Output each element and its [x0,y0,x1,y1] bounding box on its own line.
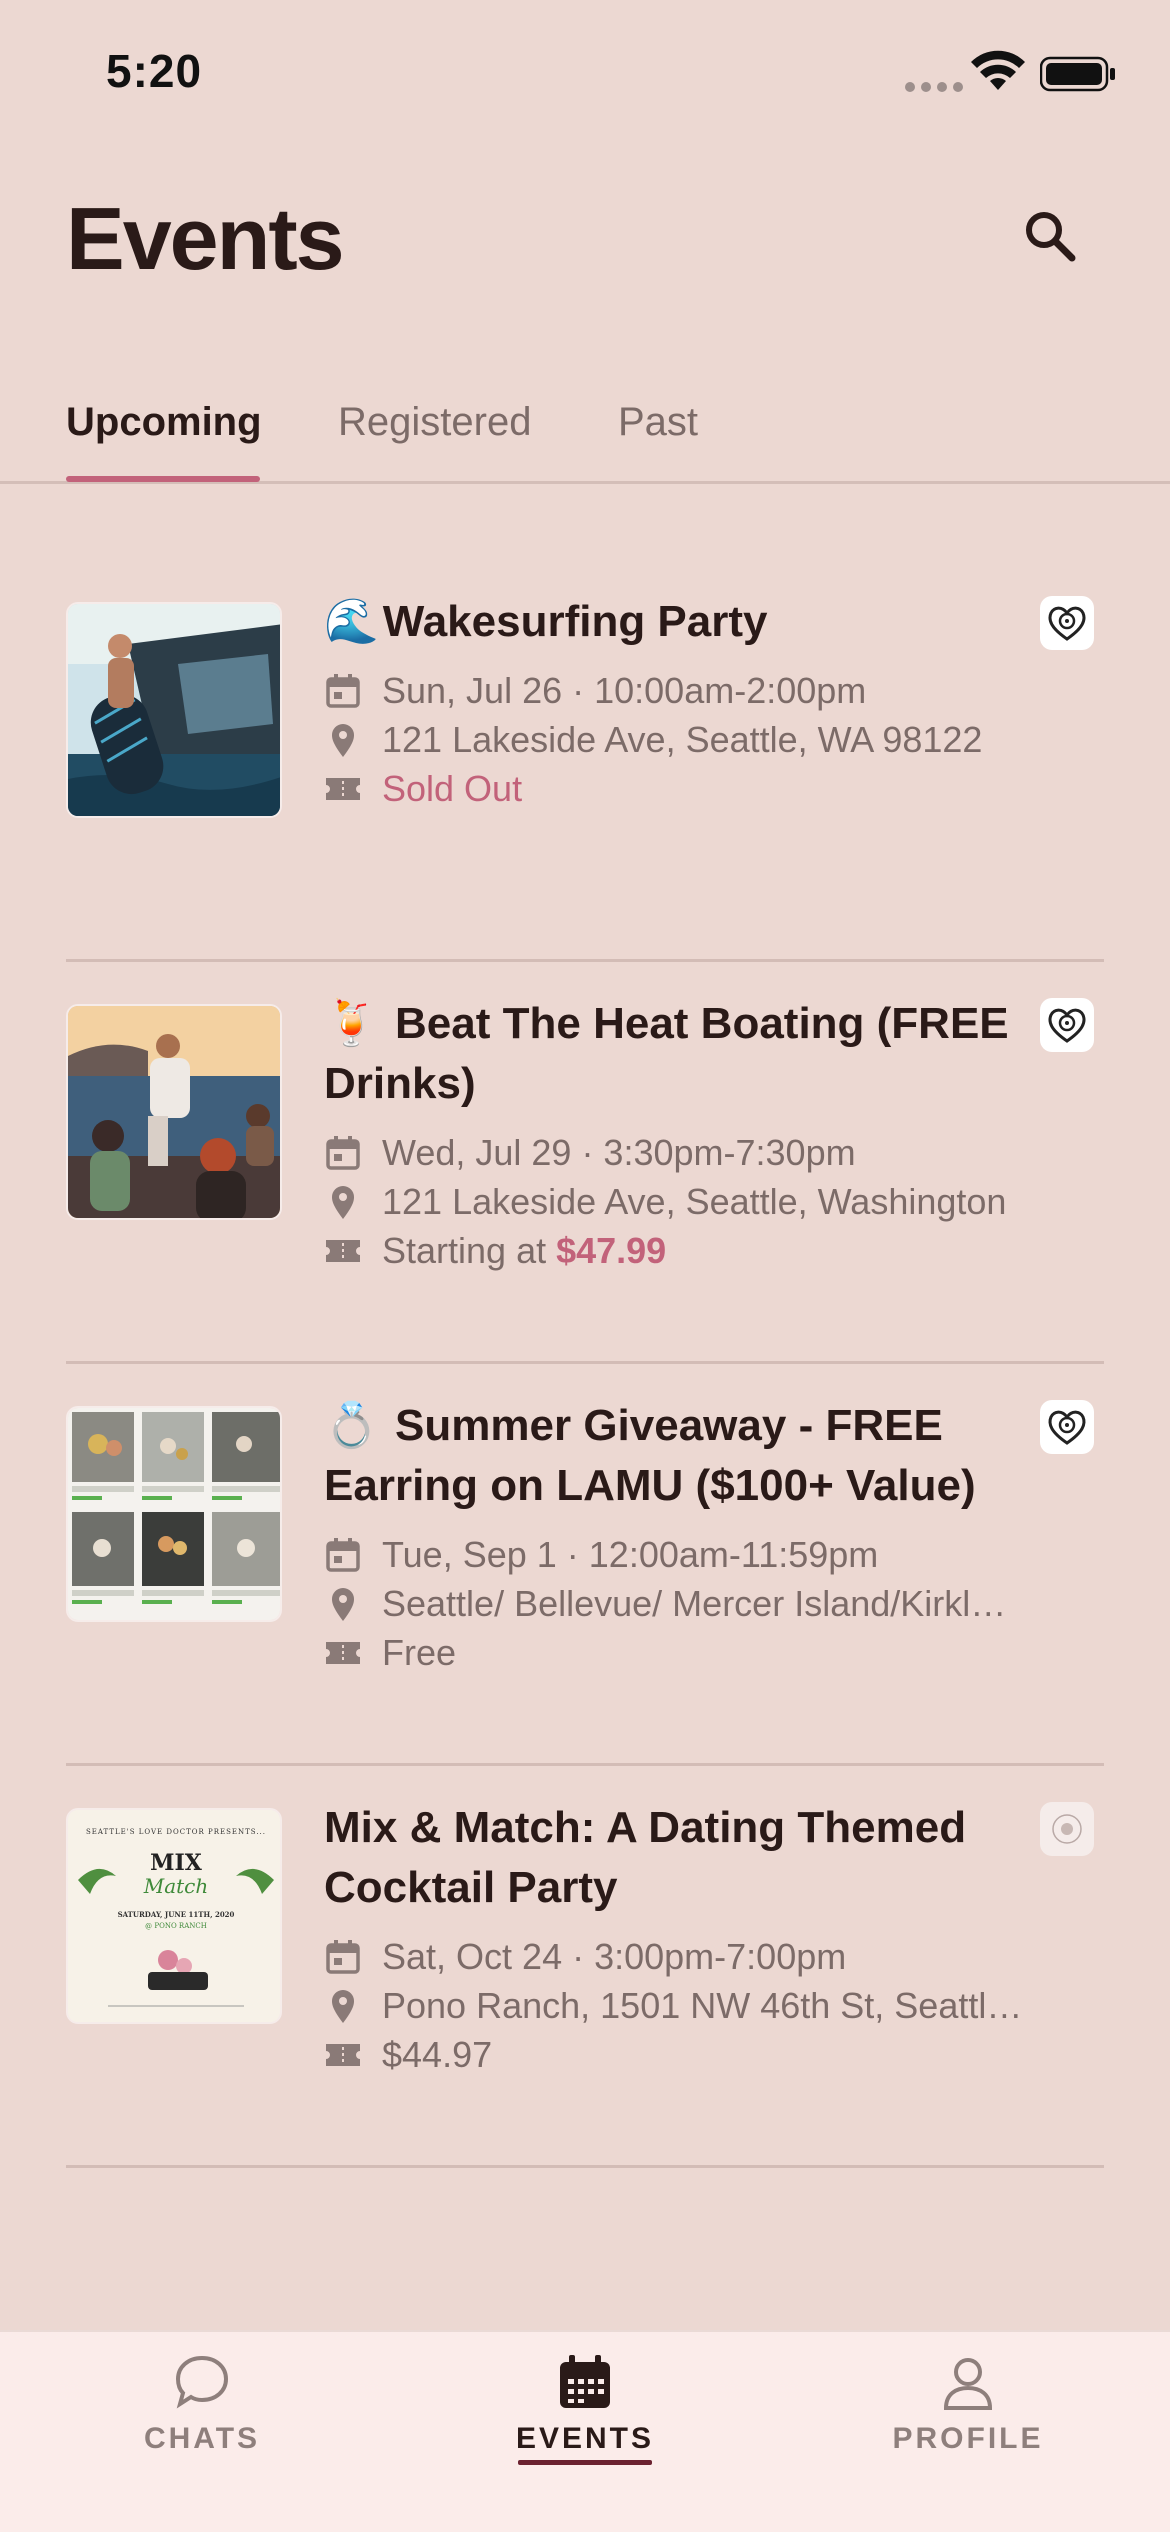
calendar-small-icon [326,1537,360,1572]
event-price-row: $44.97 [324,2030,1024,2079]
calendar-small-icon [326,1939,360,1974]
event-date-row: Tue, Sep 1 · 12:00am-11:59pm [324,1530,1024,1579]
location-pin-icon [332,1989,354,2023]
event-location: 121 Lakeside Ave, Seattle, Washington [382,1180,1007,1222]
event-card[interactable]: 🍹 Beat The Heat Boating (FREE Drinks) We… [66,962,1104,1364]
calendar-small-icon [326,673,360,708]
event-date: Tue, Sep 1 · 12:00am-11:59pm [382,1533,879,1575]
nav-label: PROFILE [892,2422,1044,2455]
event-tabs: Upcoming Registered Past [0,390,1170,484]
event-info: Mix & Match: A Dating Themed Cocktail Pa… [324,1798,1024,2079]
event-location-row: 121 Lakeside Ave, Seattle, Washington [324,1177,1024,1226]
event-thumbnail [66,1406,282,1622]
event-location-row: Pono Ranch, 1501 NW 46th St, Seattle,... [324,1981,1024,2030]
event-date-row: Sun, Jul 26 · 10:00am-2:00pm [324,666,1024,715]
event-date-row: Wed, Jul 29 · 3:30pm-7:30pm [324,1128,1024,1177]
mix-match-poster: SEATTLE'S LOVE DOCTOR PRESENTS... MIX Ma… [68,1810,280,2022]
event-info: 💍 Summer Giveaway - FREE Earring on LAMU… [324,1396,1024,1677]
chat-bubble-icon [175,2355,229,2409]
event-emoji: 💍 [324,1401,379,1450]
signal-icon [905,82,963,92]
favorite-badge-icon[interactable] [1040,1400,1094,1454]
status-time: 5:20 [106,45,203,97]
nav-chats[interactable]: CHATS [82,2352,322,2456]
event-date: Wed, Jul 29 · 3:30pm-7:30pm [382,1131,856,1173]
event-title: 🌊Wakesurfing Party [324,592,1024,652]
event-title-text: Beat The Heat Boating (FREE Drinks) [324,999,1009,1108]
event-location-row: Seattle/ Bellevue/ Mercer Island/Kirklan… [324,1579,1024,1628]
event-thumbnail: SEATTLE'S LOVE DOCTOR PRESENTS... MIX Ma… [66,1808,282,2024]
event-location: Seattle/ Bellevue/ Mercer Island/Kirklan… [382,1582,1024,1624]
location-pin-icon [332,1185,354,1219]
wakesurf-photo [68,604,280,816]
tab-registered[interactable]: Registered [338,400,531,445]
event-price: Starting at $47.99 [382,1230,666,1272]
event-thumbnail [66,602,282,818]
event-date: Sat, Oct 24 · 3:00pm-7:00pm [382,1935,847,1977]
active-nav-indicator [518,2460,652,2465]
search-icon[interactable] [1020,206,1080,266]
price-prefix: Starting at [382,1229,557,1271]
event-date: Sun, Jul 26 · 10:00am-2:00pm [382,669,867,711]
page-title: Events [66,189,345,288]
event-price-row: Sold Out [324,764,1024,813]
ticket-icon [326,1239,360,1262]
event-location: 121 Lakeside Ave, Seattle, WA 98122 [382,718,983,760]
nav-profile[interactable]: PROFILE [848,2352,1088,2456]
event-location-row: 121 Lakeside Ave, Seattle, WA 98122 [324,715,1024,764]
person-icon [943,2358,993,2410]
event-price-row: Starting at $47.99 [324,1226,1024,1275]
tab-upcoming[interactable]: Upcoming [66,400,262,445]
event-price: $44.97 [382,2033,493,2075]
event-emoji: 🌊 [324,597,379,646]
event-price-row: Free [324,1628,1024,1677]
event-card[interactable]: 💍 Summer Giveaway - FREE Earring on LAMU… [66,1364,1104,1766]
location-pin-icon [332,1587,354,1621]
event-info: 🍹 Beat The Heat Boating (FREE Drinks) We… [324,994,1024,1275]
favorite-badge-icon[interactable] [1040,596,1094,650]
battery-icon [1040,56,1115,92]
favorite-badge-icon[interactable] [1040,998,1094,1052]
boating-photo [68,1006,280,1218]
event-card[interactable]: SEATTLE'S LOVE DOCTOR PRESENTS... MIX Ma… [66,1766,1104,2168]
event-title-text: Mix & Match: A Dating Themed Cocktail Pa… [324,1803,967,1912]
event-card[interactable]: 🌊Wakesurfing Party Sun, Jul 26 · 10:00am… [66,560,1104,962]
event-title: 🍹 Beat The Heat Boating (FREE Drinks) [324,994,1024,1114]
calendar-small-icon [326,1135,360,1170]
event-title-text: Wakesurfing Party [382,597,768,646]
nav-label: CHATS [143,2422,261,2455]
wifi-icon [971,50,1025,90]
bottom-nav: CHATS EVENTS PROFILE [0,2330,1170,2532]
status-bar: 5:20 [0,0,1170,140]
event-price: Sold Out [382,767,523,809]
event-list: 🌊Wakesurfing Party Sun, Jul 26 · 10:00am… [0,560,1170,2168]
ticket-icon [326,2043,360,2066]
price-value: $47.99 [556,1229,667,1271]
event-date-row: Sat, Oct 24 · 3:00pm-7:00pm [324,1932,1024,1981]
location-pin-icon [332,723,354,757]
event-price: Free [382,1631,457,1673]
event-title-text: Summer Giveaway - FREE Earring on LAMU (… [324,1401,976,1510]
event-emoji: 🍹 [324,999,379,1048]
event-title: 💍 Summer Giveaway - FREE Earring on LAMU… [324,1396,1024,1516]
active-tab-indicator [66,476,260,482]
tab-past[interactable]: Past [618,400,698,445]
earrings-photo [68,1408,280,1620]
ticket-icon [326,777,360,800]
event-thumbnail [66,1004,282,1220]
event-info: 🌊Wakesurfing Party Sun, Jul 26 · 10:00am… [324,592,1024,813]
event-title: Mix & Match: A Dating Themed Cocktail Pa… [324,1798,1024,1918]
nav-label: EVENTS [515,2422,655,2455]
palm-leaf-decoration [78,1868,274,2007]
nav-events[interactable]: EVENTS [465,2352,705,2465]
ticket-icon [326,1641,360,1664]
event-location: Pono Ranch, 1501 NW 46th St, Seattle,... [382,1984,1024,2026]
host-logo-icon[interactable] [1040,1802,1094,1856]
calendar-icon [560,2355,610,2408]
